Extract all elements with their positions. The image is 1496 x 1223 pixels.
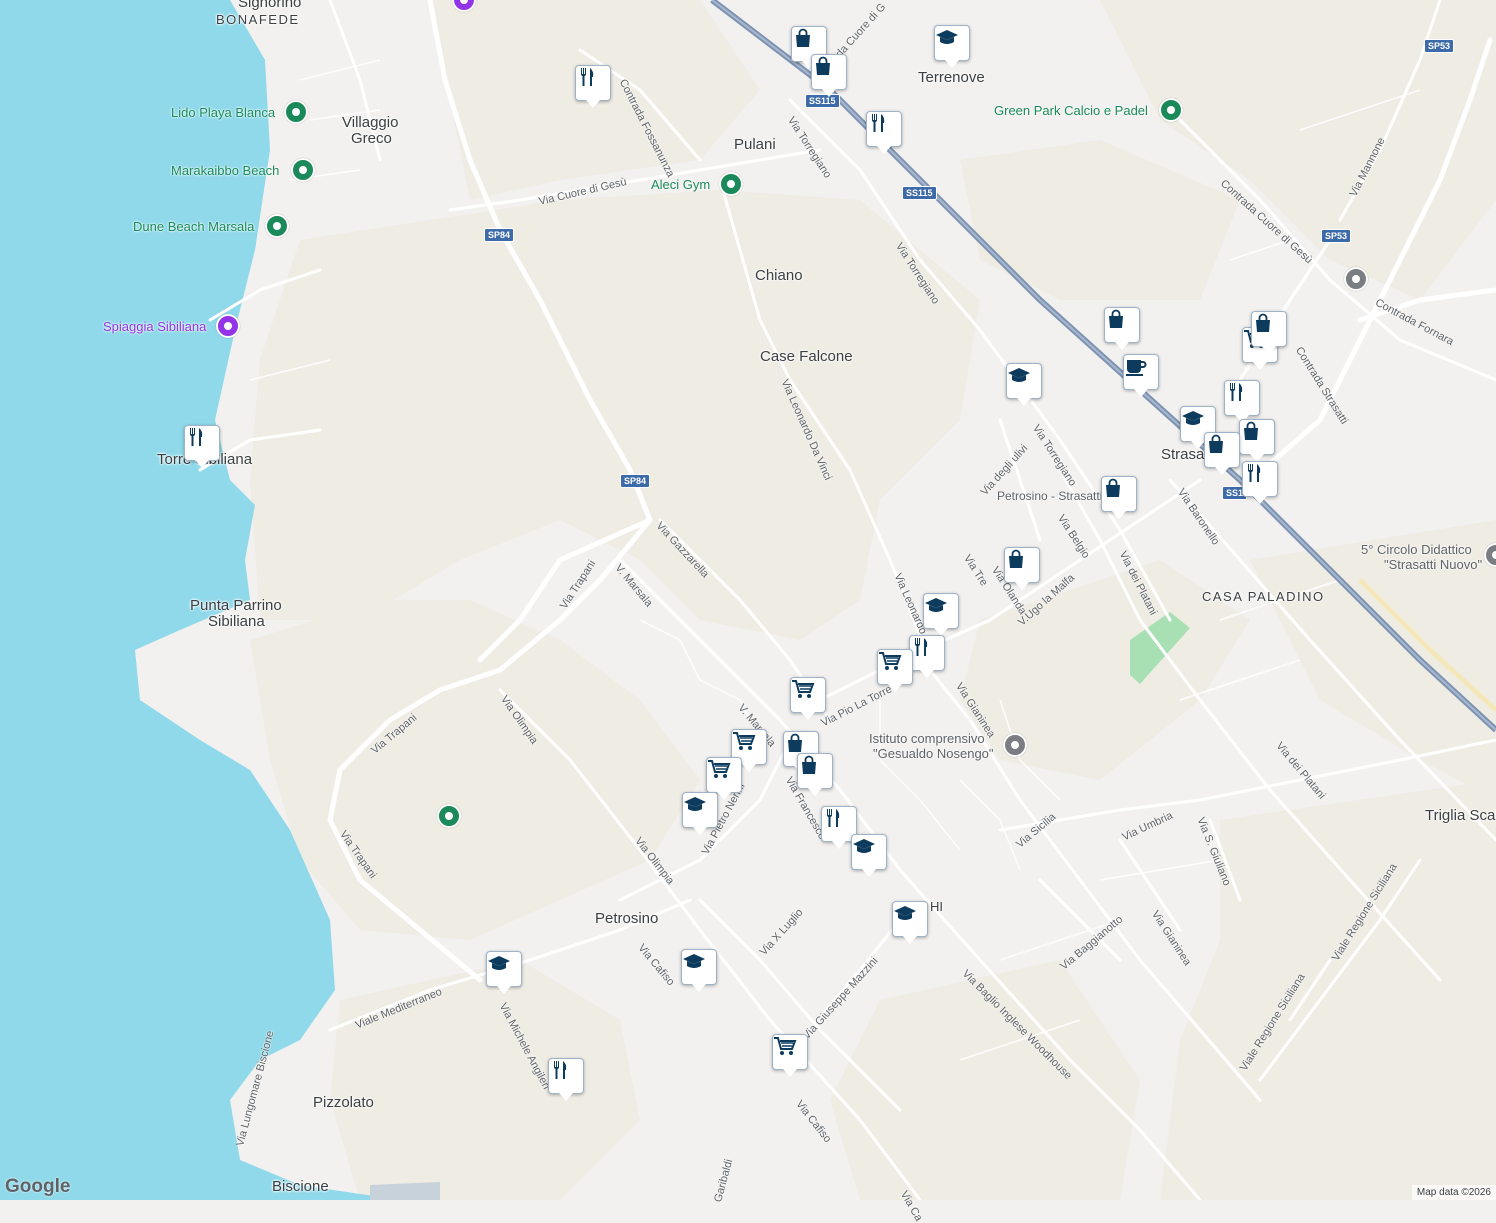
school-pin[interactable]	[486, 951, 522, 994]
route-shield: SS115	[902, 186, 937, 200]
shopping-pin[interactable]	[1101, 476, 1137, 519]
poi-petrosino-strasatti[interactable]: Petrosino - Strasatti	[997, 489, 1102, 503]
place-label-signorino: Signorino	[238, 0, 302, 11]
poi-dune-beach-marsala[interactable]: Dune Beach Marsala	[133, 219, 254, 234]
grocery-pin[interactable]	[706, 757, 742, 800]
poi-istituto-comprensivo[interactable]: Istituto comprensivo	[869, 731, 985, 746]
sports-marker-icon[interactable]	[1159, 98, 1183, 122]
school-pin[interactable]	[1006, 363, 1042, 406]
restaurant-pin[interactable]	[184, 425, 220, 468]
beach-marker-icon[interactable]	[284, 100, 308, 124]
park-marker-icon[interactable]	[437, 804, 461, 828]
route-shield: SP53	[1321, 229, 1352, 243]
place-label-pizzolato: Pizzolato	[313, 1094, 374, 1111]
grocery-pin[interactable]	[790, 677, 826, 720]
shopping-pin[interactable]	[1004, 547, 1040, 590]
school-marker-icon[interactable]	[1003, 733, 1027, 757]
route-shield: SP84	[484, 228, 515, 242]
poi-marakaibbo-beach[interactable]: Marakaibbo Beach	[171, 163, 279, 178]
google-logo: Google	[5, 1176, 71, 1197]
beach-marker-icon[interactable]	[291, 158, 315, 182]
camera-marker-icon[interactable]	[216, 314, 240, 338]
school-pin[interactable]	[892, 901, 928, 944]
shopping-pin[interactable]	[1239, 419, 1275, 462]
shopping-pin[interactable]	[811, 54, 847, 97]
shopping-pin[interactable]	[1204, 432, 1240, 475]
restaurant-pin[interactable]	[1242, 461, 1278, 504]
place-label-punta-parrino: Punta Parrino	[190, 597, 282, 614]
place-label-terrenove: Terrenove	[918, 69, 985, 86]
gym-marker-icon[interactable]	[719, 172, 743, 196]
place-label-villaggio: Villaggio	[342, 114, 399, 131]
grocery-pin[interactable]	[772, 1034, 808, 1077]
restaurant-pin[interactable]	[866, 111, 902, 154]
shopping-pin[interactable]	[1251, 311, 1287, 354]
restaurant-pin[interactable]	[575, 65, 611, 108]
place-label-case-falcone: Case Falcone	[760, 348, 853, 365]
place-label-chi: HI	[930, 899, 943, 914]
route-shield: SP53	[1424, 39, 1455, 53]
restaurant-pin[interactable]	[548, 1058, 584, 1101]
shopping-pin[interactable]	[1104, 307, 1140, 350]
school-pin[interactable]	[681, 949, 717, 992]
poi-aleci-gym[interactable]: Aleci Gym	[651, 177, 710, 192]
beach-marker-icon[interactable]	[265, 214, 289, 238]
poi-strasatti-nuovo[interactable]: "Strasatti Nuovo"	[1384, 557, 1482, 572]
place-label-casa-paladino: CASA PALADINO	[1202, 589, 1325, 604]
school-pin[interactable]	[851, 834, 887, 877]
shopping-pin[interactable]	[797, 753, 833, 796]
school-pin[interactable]	[934, 25, 970, 68]
poi-circolo-didattico[interactable]: 5° Circolo Didattico	[1361, 542, 1472, 557]
poi-green-park[interactable]: Green Park Calcio e Padel	[994, 103, 1148, 118]
school-marker-icon[interactable]	[1344, 267, 1368, 291]
map-attribution[interactable]: Map data ©2026	[1411, 1185, 1496, 1200]
restaurant-pin[interactable]	[1224, 380, 1260, 423]
place-label-sibiliana: Sibiliana	[208, 613, 265, 630]
poi-lido-playa-blanca[interactable]: Lido Playa Blanca	[171, 105, 275, 120]
map-canvas[interactable]: Signorino BONAFEDE Villaggio Greco Pulan…	[0, 0, 1496, 1223]
place-label-chiano: Chiano	[755, 267, 803, 284]
place-label-triglia-scaletta: Triglia Scaletta	[1425, 807, 1496, 824]
place-label-biscione: Biscione	[272, 1178, 329, 1195]
school-pin[interactable]	[682, 792, 718, 835]
poi-spiaggia-sibiliana[interactable]: Spiaggia Sibiliana	[103, 319, 206, 334]
school-pin[interactable]	[923, 593, 959, 636]
route-shield: SP84	[620, 474, 651, 488]
place-label-greco: Greco	[351, 130, 392, 147]
cafe-pin[interactable]	[1123, 354, 1159, 397]
poi-gesualdo-nosengo[interactable]: "Gesualdo Nosengo"	[873, 746, 994, 761]
grocery-pin[interactable]	[877, 649, 913, 692]
restaurant-pin[interactable]	[909, 635, 945, 678]
place-label-bonafede: BONAFEDE	[216, 12, 300, 27]
place-label-pulani: Pulani	[734, 136, 776, 153]
place-label-petrosino: Petrosino	[595, 910, 659, 927]
